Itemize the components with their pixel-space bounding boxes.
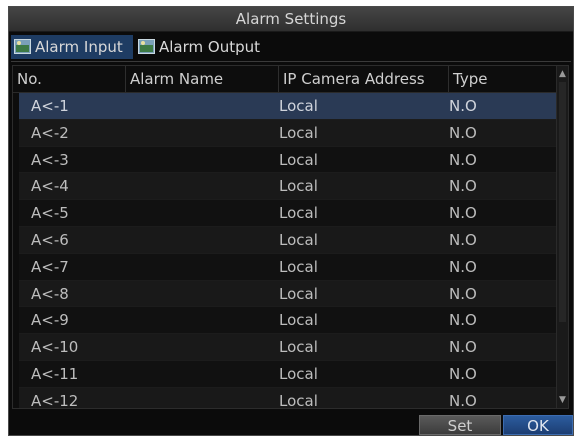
tab-label: Alarm Input <box>35 38 123 56</box>
table-row[interactable]: A<-4 Local N.O <box>19 173 558 201</box>
table-row[interactable]: A<-11 Local N.O <box>19 360 558 388</box>
cell-ip-camera-address: Local <box>279 284 318 303</box>
cell-type: N.O <box>449 284 477 303</box>
table-body: A<-1 Local N.O A<-2 Local N.O A<-3 Local N.O A<-4… <box>19 93 558 409</box>
table-scrollbar[interactable]: ▲ ▼ <box>556 66 568 408</box>
cell-no: A<-5 <box>31 204 69 223</box>
cell-ip-camera-address: Local <box>279 150 318 169</box>
cell-ip-camera-address: Local <box>279 391 318 409</box>
cell-ip-camera-address: Local <box>279 230 318 249</box>
cell-type: N.O <box>449 338 477 357</box>
cell-ip-camera-address: Local <box>279 364 318 383</box>
cell-type: N.O <box>449 123 477 142</box>
set-button[interactable]: Set <box>419 415 501 435</box>
scroll-up-icon[interactable]: ▲ <box>557 68 568 80</box>
column-header-alarm-name[interactable]: Alarm Name <box>126 66 279 92</box>
alarm-input-table: No. Alarm Name IP Camera Address Type A<… <box>12 65 569 409</box>
cell-type: N.O <box>449 311 477 330</box>
column-header-no[interactable]: No. <box>13 66 126 92</box>
cell-type: N.O <box>449 257 477 276</box>
scroll-down-icon[interactable]: ▼ <box>557 394 568 406</box>
column-header-ip-camera-address[interactable]: IP Camera Address <box>279 66 449 92</box>
table-row[interactable]: A<-10 Local N.O <box>19 334 558 361</box>
cell-no: A<-6 <box>31 230 69 249</box>
table-header: No. Alarm Name IP Camera Address Type <box>13 66 558 93</box>
table-row[interactable]: A<-6 Local N.O <box>19 226 558 254</box>
dialog-footer: Set OK <box>9 415 573 435</box>
table-row[interactable]: A<-1 Local N.O <box>19 93 558 120</box>
column-header-type[interactable]: Type <box>449 66 558 92</box>
cell-no: A<-12 <box>31 391 79 409</box>
table-row[interactable]: A<-2 Local N.O <box>19 119 558 147</box>
table-row[interactable]: A<-8 Local N.O <box>19 280 558 308</box>
alarm-settings-window: Alarm Settings Alarm Input Alarm Output … <box>8 6 574 436</box>
table-row[interactable]: A<-7 Local N.O <box>19 253 558 281</box>
cell-no: A<-10 <box>31 338 79 357</box>
cell-ip-camera-address: Local <box>279 123 318 142</box>
camera-icon <box>14 39 31 54</box>
cell-ip-camera-address: Local <box>279 97 318 115</box>
cell-ip-camera-address: Local <box>279 177 318 196</box>
cell-type: N.O <box>449 177 477 196</box>
cell-type: N.O <box>449 150 477 169</box>
tab-bar: Alarm Input Alarm Output <box>11 35 571 62</box>
cell-type: N.O <box>449 230 477 249</box>
cell-no: A<-4 <box>31 177 69 196</box>
cell-no: A<-3 <box>31 150 69 169</box>
cell-type: N.O <box>449 204 477 223</box>
cell-no: A<-9 <box>31 311 69 330</box>
cell-no: A<-2 <box>31 123 69 142</box>
cell-type: N.O <box>449 391 477 409</box>
cell-no: A<-1 <box>31 97 69 115</box>
cell-type: N.O <box>449 97 477 115</box>
tab-alarm-output[interactable]: Alarm Output <box>135 35 275 59</box>
cell-ip-camera-address: Local <box>279 311 318 330</box>
table-row[interactable]: A<-3 Local N.O <box>19 146 558 174</box>
window-title: Alarm Settings <box>9 7 573 32</box>
cell-ip-camera-address: Local <box>279 257 318 276</box>
cell-type: N.O <box>449 364 477 383</box>
cell-ip-camera-address: Local <box>279 338 318 357</box>
tab-alarm-input[interactable]: Alarm Input <box>11 35 133 59</box>
cell-no: A<-11 <box>31 364 79 383</box>
camera-icon <box>138 39 155 54</box>
cell-no: A<-7 <box>31 257 69 276</box>
table-row[interactable]: A<-9 Local N.O <box>19 307 558 335</box>
tab-label: Alarm Output <box>159 38 261 56</box>
table-row[interactable]: A<-12 Local N.O <box>19 387 558 409</box>
cell-no: A<-8 <box>31 284 69 303</box>
ok-button[interactable]: OK <box>503 415 573 435</box>
scroll-thumb[interactable] <box>559 82 566 322</box>
cell-ip-camera-address: Local <box>279 204 318 223</box>
table-row[interactable]: A<-5 Local N.O <box>19 200 558 227</box>
